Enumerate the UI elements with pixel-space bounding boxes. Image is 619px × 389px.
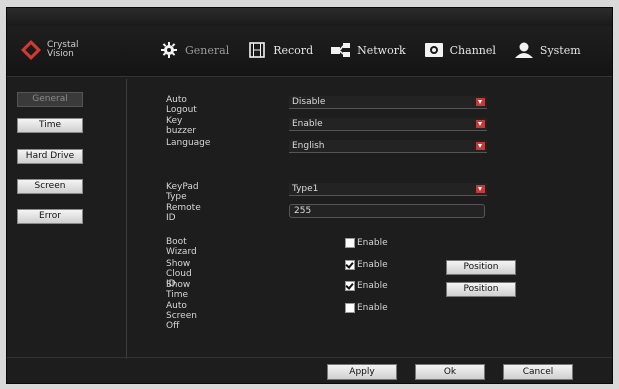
dropdown-arrow-icon [476, 98, 485, 106]
sidebar-item-screen[interactable]: Screen [17, 179, 83, 194]
apply-button[interactable]: Apply [327, 364, 397, 380]
boot-wizard-checkbox[interactable]: Enable [345, 238, 388, 248]
show-time-label: Show Time [166, 280, 191, 300]
top-navigation-bar: Crystal Vision General Record Network Ch… [7, 26, 612, 77]
tab-channel-label: Channel [449, 43, 496, 57]
tab-network-label: Network [357, 43, 406, 57]
sidebar: General Time Hard Drive Screen Error [7, 77, 125, 357]
dropdown-arrow-icon [476, 142, 485, 150]
auto-logout-value: Disable [292, 97, 326, 107]
language-label: Language [166, 138, 211, 148]
show-cloud-id-checkbox[interactable]: Enable [345, 260, 388, 270]
dropdown-arrow-icon [476, 120, 485, 128]
tab-record[interactable]: Record [247, 41, 313, 59]
tab-general[interactable]: General [159, 41, 229, 59]
checkbox-box [345, 303, 355, 313]
ok-button[interactable]: Ok [415, 364, 485, 380]
cancel-button[interactable]: Cancel [503, 364, 573, 380]
network-icon [331, 41, 351, 59]
auto-screen-off-enable-label: Enable [357, 303, 388, 313]
show-time-enable-label: Enable [357, 281, 388, 291]
tab-network[interactable]: Network [331, 41, 406, 59]
remote-id-input[interactable]: 255 [289, 204, 485, 218]
title-bar [7, 8, 612, 26]
remote-id-label: Remote ID [166, 203, 201, 223]
checkbox-checked-icon [345, 260, 355, 270]
keypad-type-value: Type1 [292, 184, 319, 194]
tab-channel[interactable]: Channel [424, 41, 496, 59]
keypad-type-label: KeyPad Type [166, 182, 199, 202]
auto-screen-off-checkbox[interactable]: Enable [345, 303, 388, 313]
logo-mark-icon [21, 40, 41, 60]
logo-line-2: Vision [47, 49, 74, 59]
checkbox-box [345, 238, 355, 248]
language-select[interactable]: English [289, 140, 487, 153]
dropdown-arrow-icon [476, 185, 485, 193]
camera-icon [424, 41, 444, 59]
sidebar-item-hard-drive[interactable]: Hard Drive [17, 149, 83, 164]
keypad-type-select[interactable]: Type1 [289, 183, 487, 196]
film-icon [247, 41, 267, 59]
key-buzzer-select[interactable]: Enable [289, 118, 487, 131]
tab-system[interactable]: System [514, 41, 581, 59]
auto-logout-select[interactable]: Disable [289, 96, 487, 109]
cloud-id-position-button[interactable]: Position [446, 260, 516, 275]
dvr-settings-window: Crystal Vision General Record Network Ch… [6, 7, 613, 384]
language-value: English [292, 141, 325, 151]
boot-wizard-enable-label: Enable [357, 238, 388, 248]
remote-id-value: 255 [294, 206, 312, 216]
sidebar-item-general[interactable]: General [17, 92, 83, 107]
logo-text: Crystal Vision [47, 41, 79, 59]
boot-wizard-label: Boot Wizard [166, 237, 197, 257]
show-cloud-id-enable-label: Enable [357, 260, 388, 270]
show-time-checkbox[interactable]: Enable [345, 281, 388, 291]
key-buzzer-value: Enable [292, 119, 323, 129]
time-position-button[interactable]: Position [446, 282, 516, 297]
sidebar-divider [126, 79, 127, 359]
sidebar-item-error[interactable]: Error [17, 209, 83, 224]
gear-icon [159, 41, 179, 59]
sidebar-item-time[interactable]: Time [17, 118, 83, 133]
tab-system-label: System [539, 43, 581, 57]
key-buzzer-label: Key buzzer [166, 116, 197, 136]
auto-logout-label: Auto Logout [166, 95, 197, 115]
checkbox-checked-icon [345, 281, 355, 291]
main-tabs: General Record Network Channel System [159, 41, 599, 59]
brand-logo: Crystal Vision [21, 40, 79, 60]
action-footer: Apply Ok Cancel [7, 357, 612, 384]
user-icon [514, 41, 534, 59]
tab-general-label: General [185, 43, 230, 57]
auto-screen-off-label: Auto Screen Off [166, 301, 197, 331]
tab-record-label: Record [273, 43, 314, 57]
